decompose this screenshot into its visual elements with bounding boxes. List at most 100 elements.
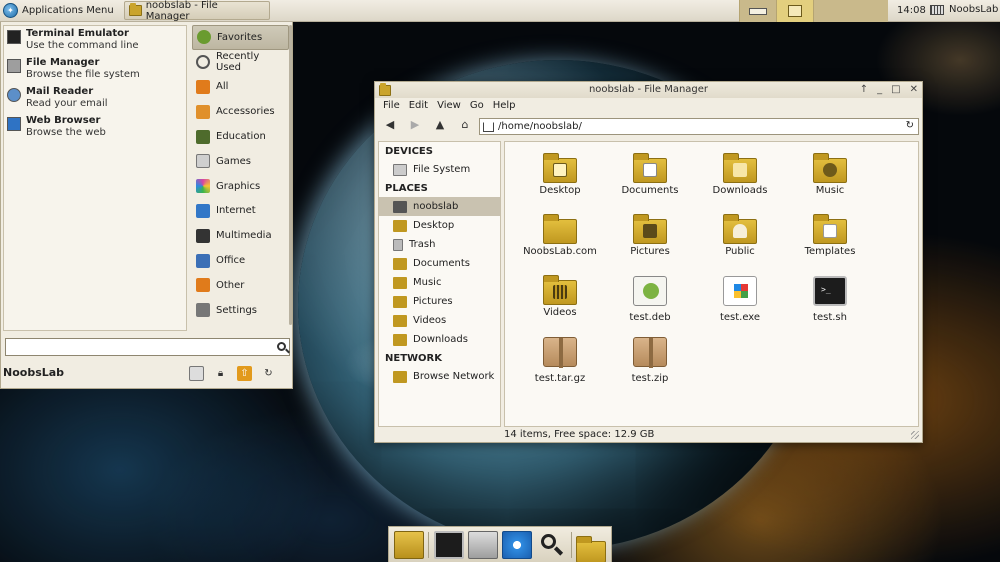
file-manager-icon[interactable] [467,530,498,559]
side-item-noobslab[interactable]: noobslab [379,197,500,216]
desktop-folder-icon [393,219,407,232]
file-item-pictures[interactable]: Pictures [605,213,695,274]
taskbar-file-manager[interactable]: noobslab - File Manager [123,0,270,22]
deb-package-icon [633,276,667,306]
settings-manager-icon[interactable] [189,366,204,381]
lock-icon[interactable]: 🔒︎ [213,366,228,381]
file-item-templates[interactable]: Templates [785,213,875,274]
file-item-public[interactable]: Public [695,213,785,274]
web-browser-icon[interactable] [502,530,533,559]
file-label: Videos [543,307,577,318]
maximize-icon[interactable]: □ [891,84,900,95]
show-desktop-icon[interactable] [394,530,425,559]
side-item-file-system[interactable]: File System [379,160,500,179]
file-item-noobslab-com[interactable]: NoobsLab.com [515,213,605,274]
resize-grip-icon[interactable] [911,431,919,439]
fav-terminal-emulator[interactable]: Terminal Emulator Use the command line [4,26,186,55]
icon-view[interactable]: Desktop Documents Downloads Music NoobsL… [504,141,919,427]
category-label: All [216,81,229,93]
up-arrow-icon[interactable]: ▲ [433,117,447,131]
side-item-desktop[interactable]: Desktop [379,216,500,235]
menu-file[interactable]: File [383,100,400,111]
category-education[interactable]: Education [192,124,289,149]
file-item-test-exe[interactable]: test.exe [695,274,785,335]
category-internet[interactable]: Internet [192,199,289,224]
search-icon [277,342,286,351]
menu-search-input[interactable] [5,338,290,356]
category-accessories[interactable]: Accessories [192,99,289,124]
workspace-2[interactable] [776,0,813,22]
category-office[interactable]: Office [192,248,289,273]
games-icon [196,154,210,169]
side-item-videos[interactable]: Videos [379,311,500,330]
fav-subtitle: Use the command line [26,40,139,51]
file-label: test.sh [813,312,847,323]
category-favorites[interactable]: Favorites [192,25,289,50]
category-games[interactable]: Games [192,149,289,174]
category-scrollbar[interactable] [289,25,292,325]
menu-go[interactable]: Go [470,100,484,111]
side-item-label: Downloads [413,334,468,345]
status-bar: 14 items, Free space: 12.9 GB [504,429,655,440]
exe-file-icon [723,276,757,306]
dock-separator [570,531,572,558]
category-recently-used[interactable]: Recently Used [192,50,289,75]
menu-edit[interactable]: Edit [409,100,428,111]
window-titlebar[interactable]: noobslab - File Manager ↑ _ □ ✕ [375,82,922,98]
side-item-downloads[interactable]: Downloads [379,330,500,349]
side-item-pictures[interactable]: Pictures [379,292,500,311]
file-label: Pictures [630,246,670,257]
side-item-documents[interactable]: Documents [379,254,500,273]
file-item-test-zip[interactable]: test.zip [605,335,695,396]
search-icon[interactable] [536,531,566,559]
fav-file-manager[interactable]: File Manager Browse the file system [4,55,186,84]
terminal-icon[interactable] [433,530,464,559]
fav-mail-reader[interactable]: Mail Reader Read your email [4,84,186,113]
category-multimedia[interactable]: Multimedia [192,223,289,248]
logout-icon[interactable]: ⇧ [237,366,252,381]
reload-icon[interactable]: ↻ [906,120,914,131]
side-item-browse-network[interactable]: Browse Network [379,367,500,386]
workspace-1[interactable] [739,0,776,22]
file-item-test-deb[interactable]: test.deb [605,274,695,335]
file-label: Documents [621,185,679,196]
edit-menu-icon[interactable]: ↻ [261,366,276,381]
keep-above-icon[interactable]: ↑ [860,84,868,95]
home-folder-icon[interactable] [575,535,606,562]
home-icon [483,121,494,132]
file-item-documents[interactable]: Documents [605,152,695,213]
file-item-desktop[interactable]: Desktop [515,152,605,213]
folder-icon [543,214,577,244]
side-item-label: noobslab [413,201,459,212]
close-icon[interactable]: ✕ [910,84,918,95]
forward-arrow-icon[interactable]: ▶ [408,117,422,131]
file-item-music[interactable]: Music [785,152,875,213]
videos-folder-icon [393,314,407,327]
category-other[interactable]: Other [192,273,289,298]
file-item-test-sh[interactable]: >_ test.sh [785,274,875,335]
applications-menu-button[interactable]: ✦ Applications Menu [0,0,120,22]
home-icon[interactable]: ⌂ [458,117,472,131]
category-all[interactable]: All [192,75,289,100]
clock[interactable]: 14:08 [897,5,926,16]
location-bar[interactable]: /home/noobslab/ ↻ [479,118,919,135]
category-graphics[interactable]: Graphics [192,174,289,199]
back-arrow-icon[interactable]: ◀ [383,117,397,131]
menu-view[interactable]: View [437,100,461,111]
file-item-test-tar-gz[interactable]: test.tar.gz [515,335,605,396]
multimedia-icon [196,228,210,243]
fav-web-browser[interactable]: Web Browser Browse the web [4,113,186,142]
category-settings[interactable]: Settings [192,298,289,323]
category-label: Internet [216,205,256,217]
fav-title: Terminal Emulator [26,28,129,39]
side-item-music[interactable]: Music [379,273,500,292]
downloads-folder-icon [723,153,757,183]
minimize-icon[interactable]: _ [877,84,882,95]
side-item-trash[interactable]: Trash [379,235,500,254]
menu-help[interactable]: Help [493,100,516,111]
file-item-downloads[interactable]: Downloads [695,152,785,213]
file-item-videos[interactable]: Videos [515,274,605,335]
window-thumb-icon [788,5,802,17]
user-menu[interactable]: NoobsLab [930,4,998,15]
workspace-3[interactable] [813,0,888,22]
